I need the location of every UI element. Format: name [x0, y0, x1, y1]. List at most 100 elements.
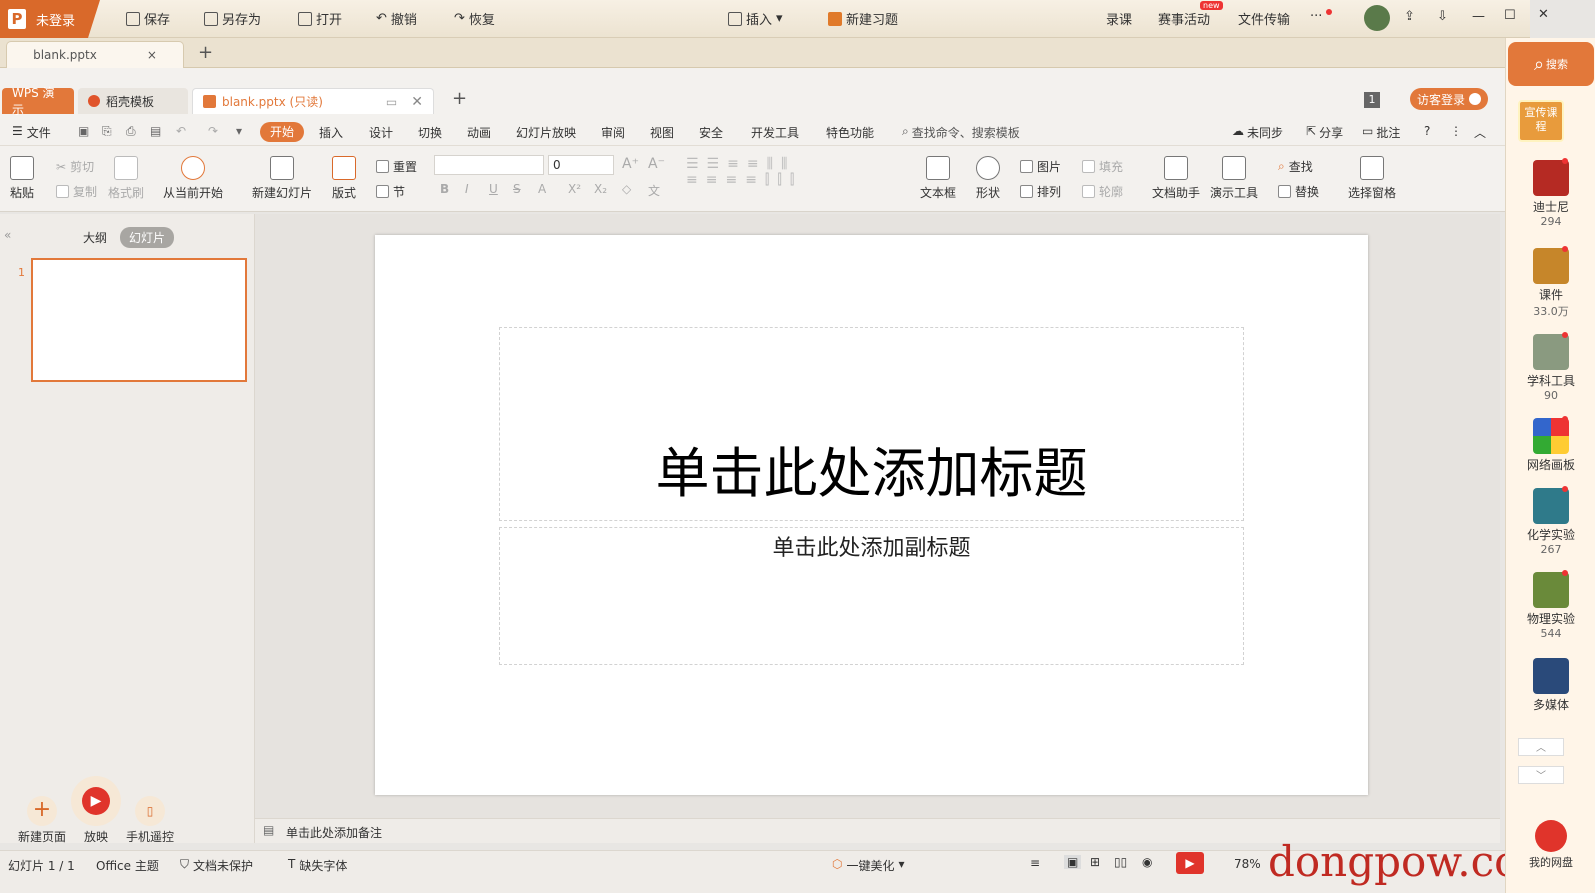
- visitor-login-button[interactable]: 访客登录: [1410, 88, 1488, 110]
- add-window-tab-icon[interactable]: +: [452, 88, 467, 109]
- minimize-button[interactable]: —: [1472, 9, 1485, 24]
- print-icon[interactable]: ⎙: [126, 124, 136, 139]
- present-tools-button[interactable]: 演示工具: [1210, 156, 1258, 201]
- arrange-button[interactable]: 排列: [1020, 183, 1061, 200]
- sidebar-item-network-board[interactable]: 网络画板: [1506, 418, 1595, 473]
- close-icon[interactable]: ✕: [411, 94, 423, 110]
- phone-remote-button[interactable]: ▯ 手机遥控: [124, 796, 176, 845]
- format-painter-button[interactable]: 格式刷: [108, 156, 144, 201]
- new-exercise-button[interactable]: 新建习题: [828, 9, 898, 28]
- sidebar-item-chemistry[interactable]: 化学实验 267: [1506, 488, 1595, 556]
- font-size-select[interactable]: 0: [548, 155, 614, 175]
- record-button[interactable]: 录课: [1106, 9, 1132, 28]
- command-search[interactable]: ⌕ 查找命令、搜索模板: [902, 124, 1020, 141]
- font-color-button[interactable]: A: [538, 182, 546, 196]
- normal-view-icon[interactable]: ▣: [1064, 855, 1082, 869]
- replace-button[interactable]: 替换: [1278, 183, 1319, 200]
- copy-button[interactable]: 复制: [56, 183, 97, 200]
- restore-tab-icon[interactable]: ▭: [386, 95, 397, 109]
- tab-insert[interactable]: 插入: [319, 124, 343, 141]
- tab-home[interactable]: 开始: [260, 122, 304, 142]
- sidebar-search-button[interactable]: ⌕ 搜索: [1508, 42, 1594, 86]
- play-from-current-button[interactable]: 从当前开始: [163, 156, 223, 201]
- download-button[interactable]: ⇩: [1437, 9, 1448, 24]
- open-button[interactable]: 打开: [298, 9, 342, 28]
- redo-button[interactable]: ↷ 恢复: [454, 9, 495, 28]
- tab-security[interactable]: 安全: [699, 124, 723, 141]
- sidebar-item-subject-tools[interactable]: 学科工具 90: [1506, 334, 1595, 402]
- theme-name[interactable]: Office 主题: [96, 857, 159, 874]
- insert-button[interactable]: 插入 ▾: [728, 9, 783, 28]
- doc-assistant-button[interactable]: 文档助手: [1152, 156, 1200, 201]
- sorter-view-icon[interactable]: ⊞: [1090, 855, 1100, 869]
- save-as-button[interactable]: 另存为: [204, 9, 261, 28]
- tab-template[interactable]: 稻壳模板: [78, 88, 188, 114]
- share-button[interactable]: ⇱ 分享: [1306, 124, 1343, 141]
- undo-icon[interactable]: ↶: [176, 124, 186, 138]
- add-tab-icon[interactable]: +: [198, 42, 213, 63]
- comment-button[interactable]: ▭ 批注: [1362, 124, 1400, 141]
- quick-export-icon[interactable]: ⎘: [102, 124, 112, 139]
- reading-view-icon[interactable]: ▯▯: [1114, 855, 1127, 869]
- new-slide-button[interactable]: 新建幻灯片: [252, 156, 312, 201]
- superscript-icon[interactable]: X²: [568, 182, 581, 196]
- missing-font-button[interactable]: T 缺失字体: [288, 857, 347, 874]
- sidebar-scroll-down[interactable]: ﹀: [1518, 766, 1564, 784]
- collapse-pane-icon[interactable]: «: [4, 228, 11, 242]
- reset-button[interactable]: 重置: [376, 158, 417, 175]
- paragraph-tools[interactable]: ☰☰≡≡⫼⫼ ≡≡≡≡⫿⫿⫿: [686, 156, 896, 204]
- doc-tab-blank[interactable]: blank.pptx ×: [6, 41, 184, 68]
- collapse-ribbon-icon[interactable]: ︿: [1474, 124, 1486, 141]
- title-placeholder[interactable]: 单击此处添加标题: [499, 327, 1244, 521]
- phonetic-icon[interactable]: 文: [648, 182, 660, 199]
- slide-thumbnail[interactable]: [31, 258, 247, 382]
- picture-button[interactable]: 图片: [1020, 158, 1061, 175]
- find-button[interactable]: ⌕ 查找: [1278, 158, 1313, 175]
- more-button[interactable]: ···: [1310, 9, 1322, 24]
- fill-button[interactable]: 填充: [1082, 158, 1123, 175]
- more-options-icon[interactable]: ⋮: [1450, 124, 1462, 138]
- new-page-button[interactable]: + 新建页面: [18, 796, 66, 845]
- notes-view-icon[interactable]: ≡: [1030, 856, 1040, 870]
- slideshow-play-icon[interactable]: ▶: [1176, 852, 1204, 874]
- sidebar-item-physics[interactable]: 物理实验 544: [1506, 572, 1595, 640]
- layout-button[interactable]: 版式: [332, 156, 356, 201]
- increase-font-icon[interactable]: A⁺: [622, 156, 639, 172]
- sidebar-scroll-up[interactable]: ︿: [1518, 738, 1564, 756]
- tab-developer[interactable]: 开发工具: [751, 124, 799, 141]
- slide-canvas[interactable]: 单击此处添加标题 单击此处添加副标题: [375, 235, 1368, 795]
- tab-design[interactable]: 设计: [369, 124, 393, 141]
- redo-icon[interactable]: ↷: [208, 124, 218, 138]
- save-button[interactable]: 保存: [126, 9, 170, 28]
- sidebar-item-multimedia[interactable]: 多媒体: [1506, 658, 1595, 713]
- tab-animation[interactable]: 动画: [467, 124, 491, 141]
- sync-button[interactable]: ☁ 未同步: [1232, 124, 1283, 141]
- tab-slideshow[interactable]: 幻灯片放映: [516, 124, 576, 141]
- tab-transition[interactable]: 切换: [418, 124, 442, 141]
- login-area[interactable]: P 未登录: [0, 0, 100, 38]
- paste-button[interactable]: 粘贴: [10, 156, 34, 201]
- underline-button[interactable]: U: [489, 182, 498, 196]
- quick-save-icon[interactable]: ▣: [78, 124, 89, 138]
- cut-button[interactable]: ✂ 剪切: [56, 158, 94, 175]
- protection-status[interactable]: ⛉ 文档未保护: [180, 857, 253, 874]
- font-family-select[interactable]: [434, 155, 544, 175]
- sidebar-course-button[interactable]: 宣传课程: [1518, 100, 1564, 142]
- bold-button[interactable]: B: [440, 182, 449, 196]
- section-button[interactable]: 节: [376, 183, 405, 200]
- sidebar-item-courseware[interactable]: 课件 33.0万: [1506, 248, 1595, 319]
- textbox-button[interactable]: 文本框: [920, 156, 956, 201]
- preview-icon[interactable]: ▤: [150, 124, 161, 138]
- undo-button[interactable]: ↶ 撤销: [376, 9, 417, 28]
- select-pane-button[interactable]: 选择窗格: [1348, 156, 1396, 201]
- close-window-button[interactable]: ✕: [1538, 7, 1549, 22]
- vertical-scrollbar[interactable]: [1489, 220, 1499, 810]
- file-menu[interactable]: ☰ 文件: [12, 124, 51, 141]
- outline-button[interactable]: 轮廓: [1082, 183, 1123, 200]
- play-button[interactable]: ▶ 放映: [70, 776, 122, 845]
- subtitle-placeholder[interactable]: 单击此处添加副标题: [499, 527, 1244, 665]
- upload-button[interactable]: ⇪: [1404, 9, 1415, 24]
- sidebar-item-disney[interactable]: 迪士尼 294: [1506, 160, 1595, 228]
- decrease-font-icon[interactable]: A⁻: [648, 156, 665, 172]
- tab-slides[interactable]: 幻灯片: [120, 227, 175, 248]
